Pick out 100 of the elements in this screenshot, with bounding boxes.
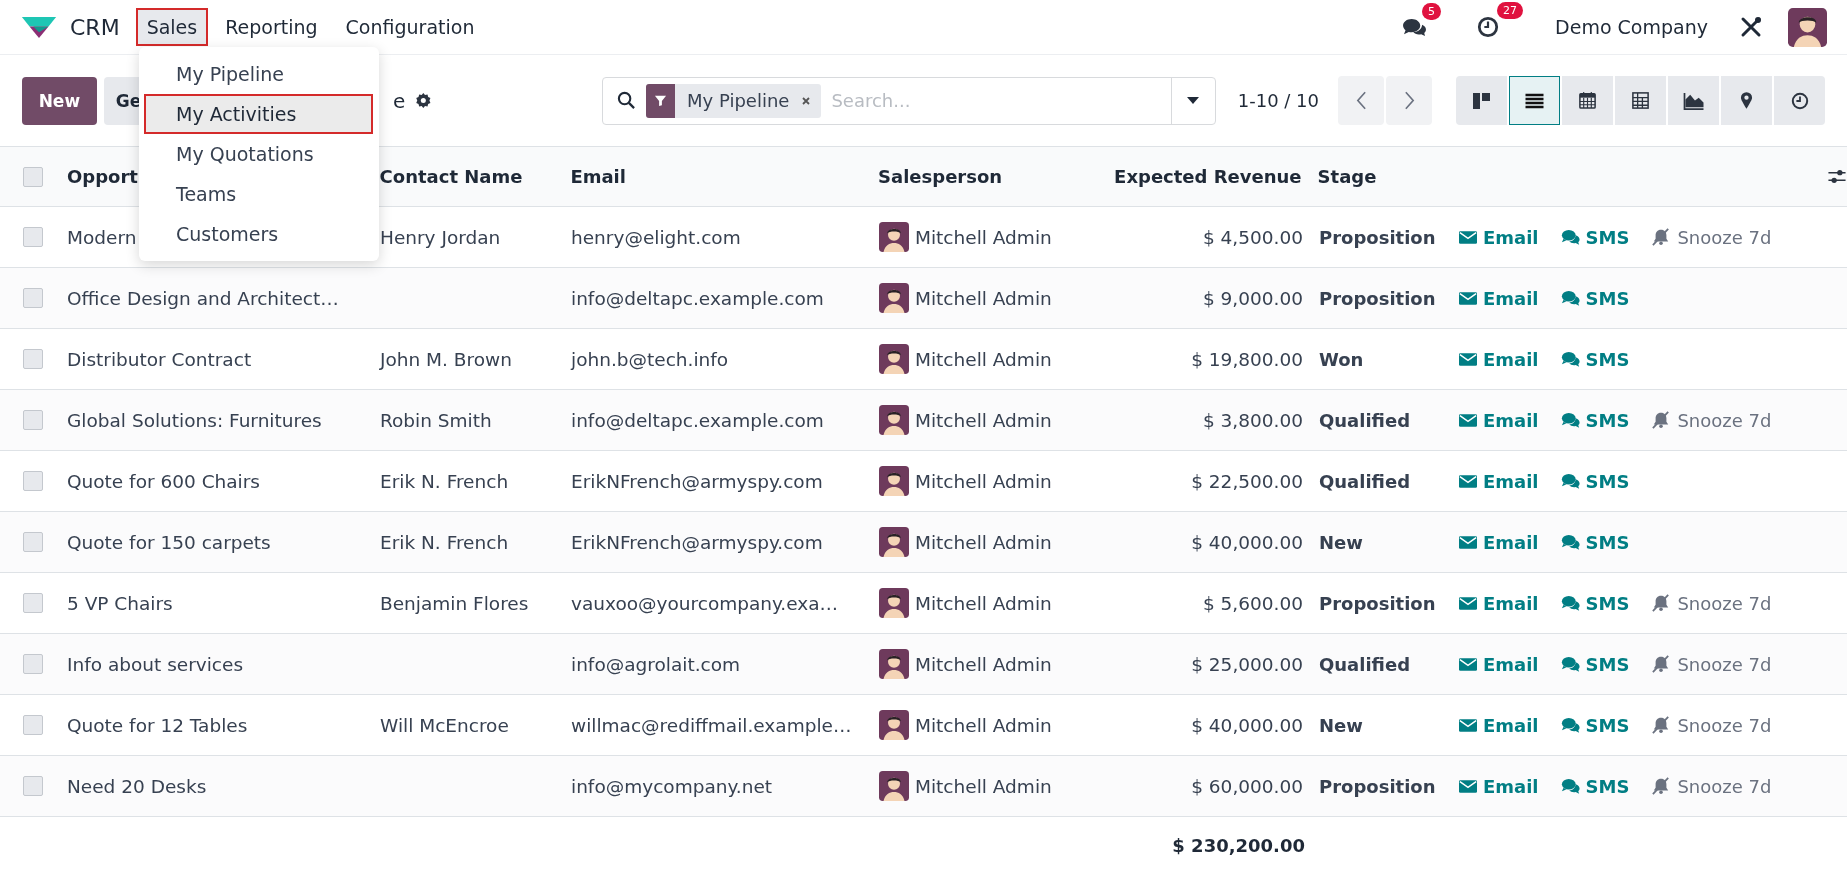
clock-icon (1477, 16, 1500, 38)
snooze-button[interactable]: Snooze 7d (1651, 714, 1772, 736)
snooze-button[interactable]: Snooze 7d (1651, 775, 1772, 797)
settings-icon[interactable] (415, 92, 432, 109)
stage-cell: Proposition (1319, 226, 1436, 248)
row-checkbox[interactable] (23, 532, 43, 552)
pivot-view-button[interactable] (1615, 76, 1666, 125)
revenue-cell: $ 9,000.00 (1202, 287, 1303, 309)
menu-item[interactable]: Configuration (334, 8, 486, 46)
sms-button[interactable]: SMS (1560, 470, 1630, 492)
search-icon[interactable] (617, 91, 636, 110)
chat-icon (1560, 351, 1580, 367)
sms-button[interactable]: SMS (1560, 592, 1630, 614)
row-checkbox[interactable] (23, 654, 43, 674)
row-checkbox[interactable] (23, 410, 43, 430)
chat-icon (1560, 473, 1580, 489)
menu-item[interactable]: Reporting (214, 8, 329, 46)
stage-cell: Qualified (1319, 470, 1411, 492)
contact-cell: Robin Smith (380, 409, 492, 431)
column-settings-icon[interactable] (1827, 167, 1847, 186)
dropdown-item[interactable]: Teams (144, 174, 373, 214)
sms-button[interactable]: SMS (1560, 348, 1630, 370)
column-header[interactable]: Email (570, 166, 879, 187)
email-button[interactable]: Email (1459, 470, 1539, 492)
row-checkbox[interactable] (23, 776, 43, 796)
activities-button[interactable] (1477, 16, 1500, 38)
sms-button[interactable]: SMS (1560, 714, 1630, 736)
map-view-button[interactable] (1721, 76, 1772, 125)
sms-button[interactable]: SMS (1560, 226, 1630, 248)
email-button[interactable]: Email (1459, 226, 1539, 248)
sms-button[interactable]: SMS (1560, 653, 1630, 675)
email-button[interactable]: Email (1459, 531, 1539, 553)
new-button[interactable]: New (22, 76, 97, 125)
email-button[interactable]: Email (1459, 714, 1539, 736)
count-badge: 5 (1422, 2, 1442, 20)
remove-icon[interactable] (801, 95, 812, 106)
revenue-total: $ 230,200.00 (1171, 834, 1305, 856)
user-avatar (879, 466, 909, 496)
user-avatar (879, 344, 909, 374)
email-button[interactable]: Email (1459, 287, 1539, 309)
sms-button[interactable]: SMS (1560, 775, 1630, 797)
row-checkbox[interactable] (23, 593, 43, 613)
dropdown-item[interactable]: My Activities (144, 94, 373, 134)
sms-button[interactable]: SMS (1560, 409, 1630, 431)
envelope-icon (1459, 229, 1477, 245)
chat-icon (1560, 412, 1580, 428)
salesperson-name: Mitchell Admin (915, 775, 1052, 797)
chevron-left-icon (1355, 91, 1367, 110)
company-name[interactable]: Demo Company (1555, 16, 1708, 38)
snooze-button[interactable]: Snooze 7d (1651, 226, 1772, 248)
column-header[interactable]: Stage (1305, 166, 1442, 187)
row-checkbox[interactable] (23, 288, 43, 308)
salesperson-name: Mitchell Admin (915, 531, 1052, 553)
messages-button[interactable] (1402, 16, 1428, 38)
row-checkbox[interactable] (23, 715, 43, 735)
activity-view-button[interactable] (1774, 76, 1825, 125)
row-checkbox[interactable] (23, 471, 43, 491)
email-cell: info@deltapc.example.com (571, 409, 824, 431)
list-view-button[interactable] (1509, 76, 1560, 125)
email-button[interactable]: Email (1459, 653, 1539, 675)
menu-item[interactable]: Sales (135, 8, 209, 46)
filter-facet[interactable]: My Pipeline (646, 83, 822, 118)
snooze-button[interactable]: Snooze 7d (1651, 653, 1772, 675)
app-name[interactable]: CRM (70, 14, 120, 40)
select-all-checkbox[interactable] (23, 166, 43, 187)
calendar-icon (1578, 91, 1597, 110)
user-avatar (879, 588, 909, 618)
dropdown-item[interactable]: Customers (144, 214, 373, 254)
graph-view-button[interactable] (1668, 76, 1719, 125)
kanban-view-button[interactable] (1456, 76, 1507, 125)
user-avatar[interactable] (1788, 7, 1827, 47)
snooze-button[interactable]: Snooze 7d (1651, 592, 1772, 614)
email-button[interactable]: Email (1459, 409, 1539, 431)
email-button[interactable]: Email (1459, 775, 1539, 797)
dropdown-item[interactable]: My Quotations (144, 134, 373, 174)
salesperson-name: Mitchell Admin (915, 287, 1052, 309)
sms-button[interactable]: SMS (1560, 287, 1630, 309)
search-bar[interactable]: My Pipeline Search... (602, 76, 1216, 125)
row-checkbox[interactable] (23, 349, 43, 369)
snooze-button[interactable]: Snooze 7d (1651, 409, 1772, 431)
column-header[interactable]: Expected Revenue (1103, 166, 1306, 187)
calendar-view-button[interactable] (1562, 76, 1613, 125)
column-header[interactable]: Salesperson (878, 166, 1104, 187)
stage-cell: New (1319, 714, 1363, 736)
revenue-cell: $ 3,800.00 (1202, 409, 1303, 431)
envelope-icon (1459, 290, 1477, 306)
revenue-cell: $ 40,000.00 (1191, 714, 1303, 736)
bell-slash-icon (1651, 716, 1672, 734)
stage-cell: Proposition (1319, 287, 1436, 309)
contact-cell: Erik N. French (380, 470, 509, 492)
column-header[interactable]: Contact Name (379, 166, 571, 187)
opportunity-cell: Office Design and Architect… (67, 287, 339, 309)
row-checkbox[interactable] (23, 227, 43, 247)
sms-button[interactable]: SMS (1560, 531, 1630, 553)
pager-value[interactable]: 1-10 / 10 (1237, 90, 1319, 111)
email-button[interactable]: Email (1459, 348, 1539, 370)
email-cell: info@agrolait.com (571, 653, 741, 675)
salesperson-name: Mitchell Admin (915, 470, 1052, 492)
email-button[interactable]: Email (1459, 592, 1539, 614)
tools-icon[interactable] (1740, 16, 1762, 38)
